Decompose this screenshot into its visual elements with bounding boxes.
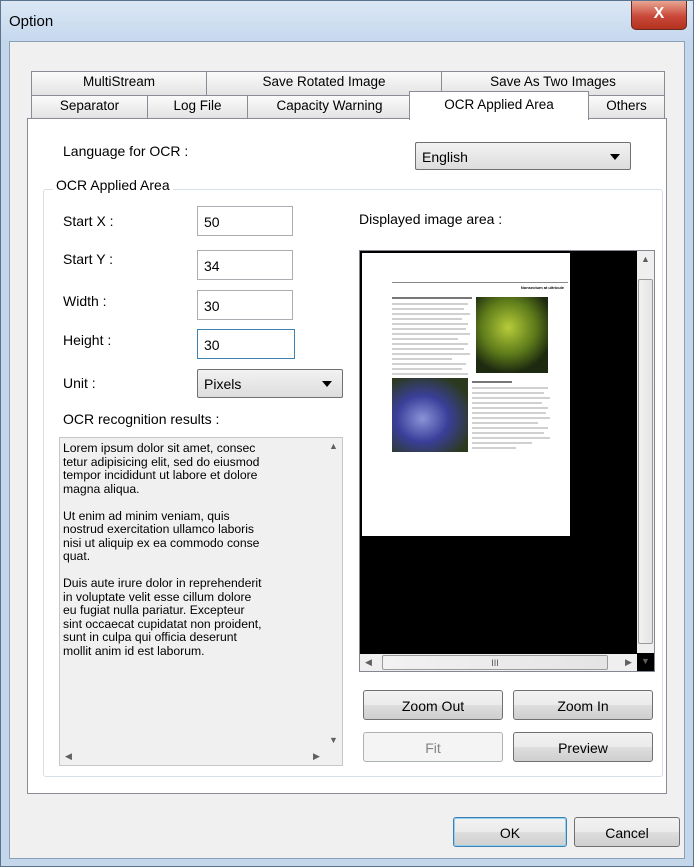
tab-label: OCR Applied Area [444,97,554,112]
start-y-input[interactable]: 34 [197,250,293,280]
height-input[interactable]: 30 [197,329,295,359]
chevron-down-icon [610,154,620,160]
tab-label: MultiStream [82,74,155,89]
tab-log-file[interactable]: Log File [147,95,248,119]
close-icon: X [653,5,665,22]
unit-label: Unit : [63,375,96,391]
tab-label: Save Rotated Image [262,74,386,89]
preview-horizontal-scrollbar[interactable]: ◀ III ▶ [360,654,637,671]
ocr-results-label: OCR recognition results : [63,411,220,427]
chevron-down-icon [322,381,332,387]
unit-value: Pixels [204,376,242,392]
scroll-right-arrow-icon[interactable]: ▶ [308,748,325,765]
tab-label: Separator [59,98,120,113]
language-label: Language for OCR : [63,143,189,159]
start-x-input[interactable]: 50 [197,206,293,236]
height-label: Height : [63,332,112,348]
language-value: English [422,149,468,165]
title-bar[interactable]: Option X [1,1,693,41]
option-dialog: Option X MultiStream Save Rotated Image … [0,0,694,867]
width-label: Width : [63,293,107,309]
zoom-in-button[interactable]: Zoom In [513,690,653,720]
text-column-1 [392,297,474,387]
unit-select[interactable]: Pixels [197,369,343,398]
image-preview[interactable]: Nonsectum at ultricule ▲ ▼ ◀ III ▶ [359,250,655,672]
scroll-left-arrow-icon[interactable]: ◀ [60,748,77,765]
fit-button[interactable]: Fit [363,732,503,762]
cancel-button[interactable]: Cancel [574,817,680,847]
scroll-right-arrow-icon[interactable]: ▶ [620,654,637,671]
ocr-horizontal-scrollbar[interactable]: ◀ ▶ [60,748,325,765]
window-title: Option [9,13,54,30]
ocr-results-text: Lorem ipsum dolor sit amet, consec tetur… [63,441,262,658]
tab-save-rotated-image[interactable]: Save Rotated Image [206,71,442,96]
document-page-image: Nonsectum at ultricule [362,253,570,536]
scroll-up-arrow-icon[interactable]: ▲ [637,251,654,268]
flower-photo [392,378,468,452]
scroll-down-arrow-icon[interactable]: ▼ [637,653,654,670]
vertical-scroll-thumb[interactable] [638,279,653,644]
preview-button[interactable]: Preview [513,732,653,762]
preview-vertical-scrollbar[interactable]: ▲ ▼ [637,251,654,666]
page-heading: Nonsectum at ultricule [520,285,564,290]
width-input[interactable]: 30 [197,290,293,320]
start-y-label: Start Y : [63,251,114,267]
tab-others[interactable]: Others [588,95,665,119]
tab-multistream[interactable]: MultiStream [31,71,207,96]
tab-separator[interactable]: Separator [31,95,148,119]
ocr-vertical-scrollbar[interactable]: ▲ ▼ [325,438,342,749]
tab-ocr-applied-area[interactable]: OCR Applied Area [409,91,589,120]
scroll-left-arrow-icon[interactable]: ◀ [360,654,377,671]
close-button[interactable]: X [631,1,687,30]
ocr-results-textarea[interactable]: Lorem ipsum dolor sit amet, consec tetur… [59,437,343,766]
tab-capacity-warning[interactable]: Capacity Warning [247,95,412,119]
horizontal-scroll-thumb[interactable]: III [382,655,608,670]
tab-label: Others [606,98,647,113]
start-x-label: Start X : [63,213,114,229]
zoom-out-button[interactable]: Zoom Out [363,690,503,720]
leaf-photo [476,297,548,373]
ok-button[interactable]: OK [453,817,567,847]
page-rule [392,282,568,283]
tab-label: Save As Two Images [490,74,616,89]
group-title: OCR Applied Area [53,177,173,193]
text-column-2 [472,381,552,461]
scroll-up-arrow-icon[interactable]: ▲ [325,438,342,455]
displayed-image-label: Displayed image area : [359,211,503,227]
tab-label: Log File [173,98,222,113]
tab-label: Capacity Warning [276,98,383,113]
language-select[interactable]: English [415,142,631,170]
scroll-down-arrow-icon[interactable]: ▼ [325,732,342,749]
